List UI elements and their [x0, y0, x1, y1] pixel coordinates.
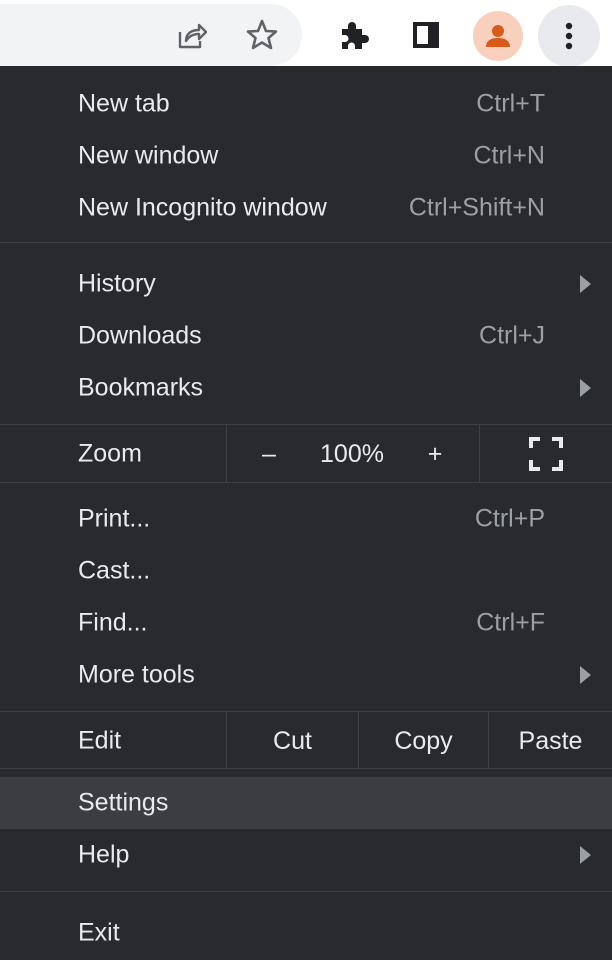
- zoom-level-value: 100%: [320, 439, 384, 468]
- fullscreen-icon: [529, 437, 563, 471]
- copy-button[interactable]: Copy: [359, 712, 488, 770]
- menu-item-settings[interactable]: Settings: [0, 777, 612, 829]
- menu-item-label: New window: [78, 141, 219, 170]
- shortcut-text: Ctrl+P: [474, 504, 545, 533]
- menu-item-label: Downloads: [78, 321, 202, 350]
- menu-item-exit[interactable]: Exit: [0, 907, 612, 959]
- shortcut-text: Ctrl+F: [476, 608, 545, 637]
- submenu-arrow-icon: [580, 666, 591, 684]
- menu-item-bookmarks[interactable]: Bookmarks: [0, 362, 612, 414]
- share-icon[interactable]: [170, 15, 210, 55]
- submenu-arrow-icon: [580, 275, 591, 293]
- submenu-arrow-icon: [580, 379, 591, 397]
- shortcut-text: Ctrl+J: [479, 321, 545, 350]
- side-panel-icon[interactable]: [406, 15, 446, 55]
- menu-item-new-incognito-window[interactable]: New Incognito window Ctrl+Shift+N: [0, 182, 612, 234]
- menu-divider: [0, 768, 612, 769]
- menu-item-history[interactable]: History: [0, 258, 612, 310]
- chrome-menu: New tab Ctrl+T New window Ctrl+N New Inc…: [0, 66, 612, 960]
- menu-item-find[interactable]: Find... Ctrl+F: [0, 597, 612, 649]
- menu-item-help[interactable]: Help: [0, 829, 612, 881]
- fullscreen-button[interactable]: [480, 425, 612, 483]
- menu-item-label: Find...: [78, 608, 148, 637]
- cut-label: Cut: [273, 726, 312, 755]
- zoom-in-label: +: [427, 439, 443, 468]
- more-vertical-icon[interactable]: [538, 5, 600, 67]
- edit-row: Edit Cut Copy Paste: [0, 712, 612, 770]
- menu-item-more-tools[interactable]: More tools: [0, 649, 612, 701]
- menu-item-print[interactable]: Print... Ctrl+P: [0, 493, 612, 545]
- menu-item-label: Exit: [78, 918, 120, 947]
- menu-item-label: Settings: [78, 788, 169, 817]
- menu-item-label: New Incognito window: [78, 193, 327, 222]
- zoom-level: 100%: [310, 425, 394, 483]
- paste-button[interactable]: Paste: [489, 712, 612, 770]
- menu-item-label: Cast...: [78, 556, 151, 585]
- menu-divider: [0, 891, 612, 892]
- browser-toolbar: [0, 0, 612, 67]
- shortcut-text: Ctrl+Shift+N: [408, 193, 545, 222]
- menu-item-new-tab[interactable]: New tab Ctrl+T: [0, 78, 612, 130]
- submenu-arrow-icon: [580, 846, 591, 864]
- zoom-in-button[interactable]: +: [394, 425, 476, 483]
- paste-label: Paste: [518, 726, 583, 755]
- menu-item-label: Print...: [78, 504, 151, 533]
- menu-divider: [0, 482, 612, 483]
- menu-item-cast[interactable]: Cast...: [0, 545, 612, 597]
- star-icon[interactable]: [242, 15, 282, 55]
- zoom-divider: [226, 425, 227, 483]
- zoom-label: Zoom: [78, 439, 142, 468]
- zoom-out-label: –: [262, 439, 276, 468]
- puzzle-extensions-icon[interactable]: [334, 15, 374, 55]
- menu-divider: [0, 242, 612, 243]
- menu-item-label: Help: [78, 840, 130, 869]
- cut-button[interactable]: Cut: [227, 712, 358, 770]
- copy-label: Copy: [394, 726, 453, 755]
- edit-label: Edit: [78, 726, 122, 755]
- menu-item-label: Bookmarks: [78, 373, 204, 402]
- zoom-row: Zoom – 100% +: [0, 425, 612, 483]
- shortcut-text: Ctrl+T: [476, 89, 545, 118]
- menu-item-new-window[interactable]: New window Ctrl+N: [0, 130, 612, 182]
- shortcut-text: Ctrl+N: [473, 141, 545, 170]
- menu-item-downloads[interactable]: Downloads Ctrl+J: [0, 310, 612, 362]
- menu-item-label: New tab: [78, 89, 170, 118]
- profile-avatar-icon[interactable]: [473, 11, 523, 61]
- menu-item-label: More tools: [78, 660, 195, 689]
- menu-item-label: History: [78, 269, 156, 298]
- zoom-out-button[interactable]: –: [228, 425, 310, 483]
